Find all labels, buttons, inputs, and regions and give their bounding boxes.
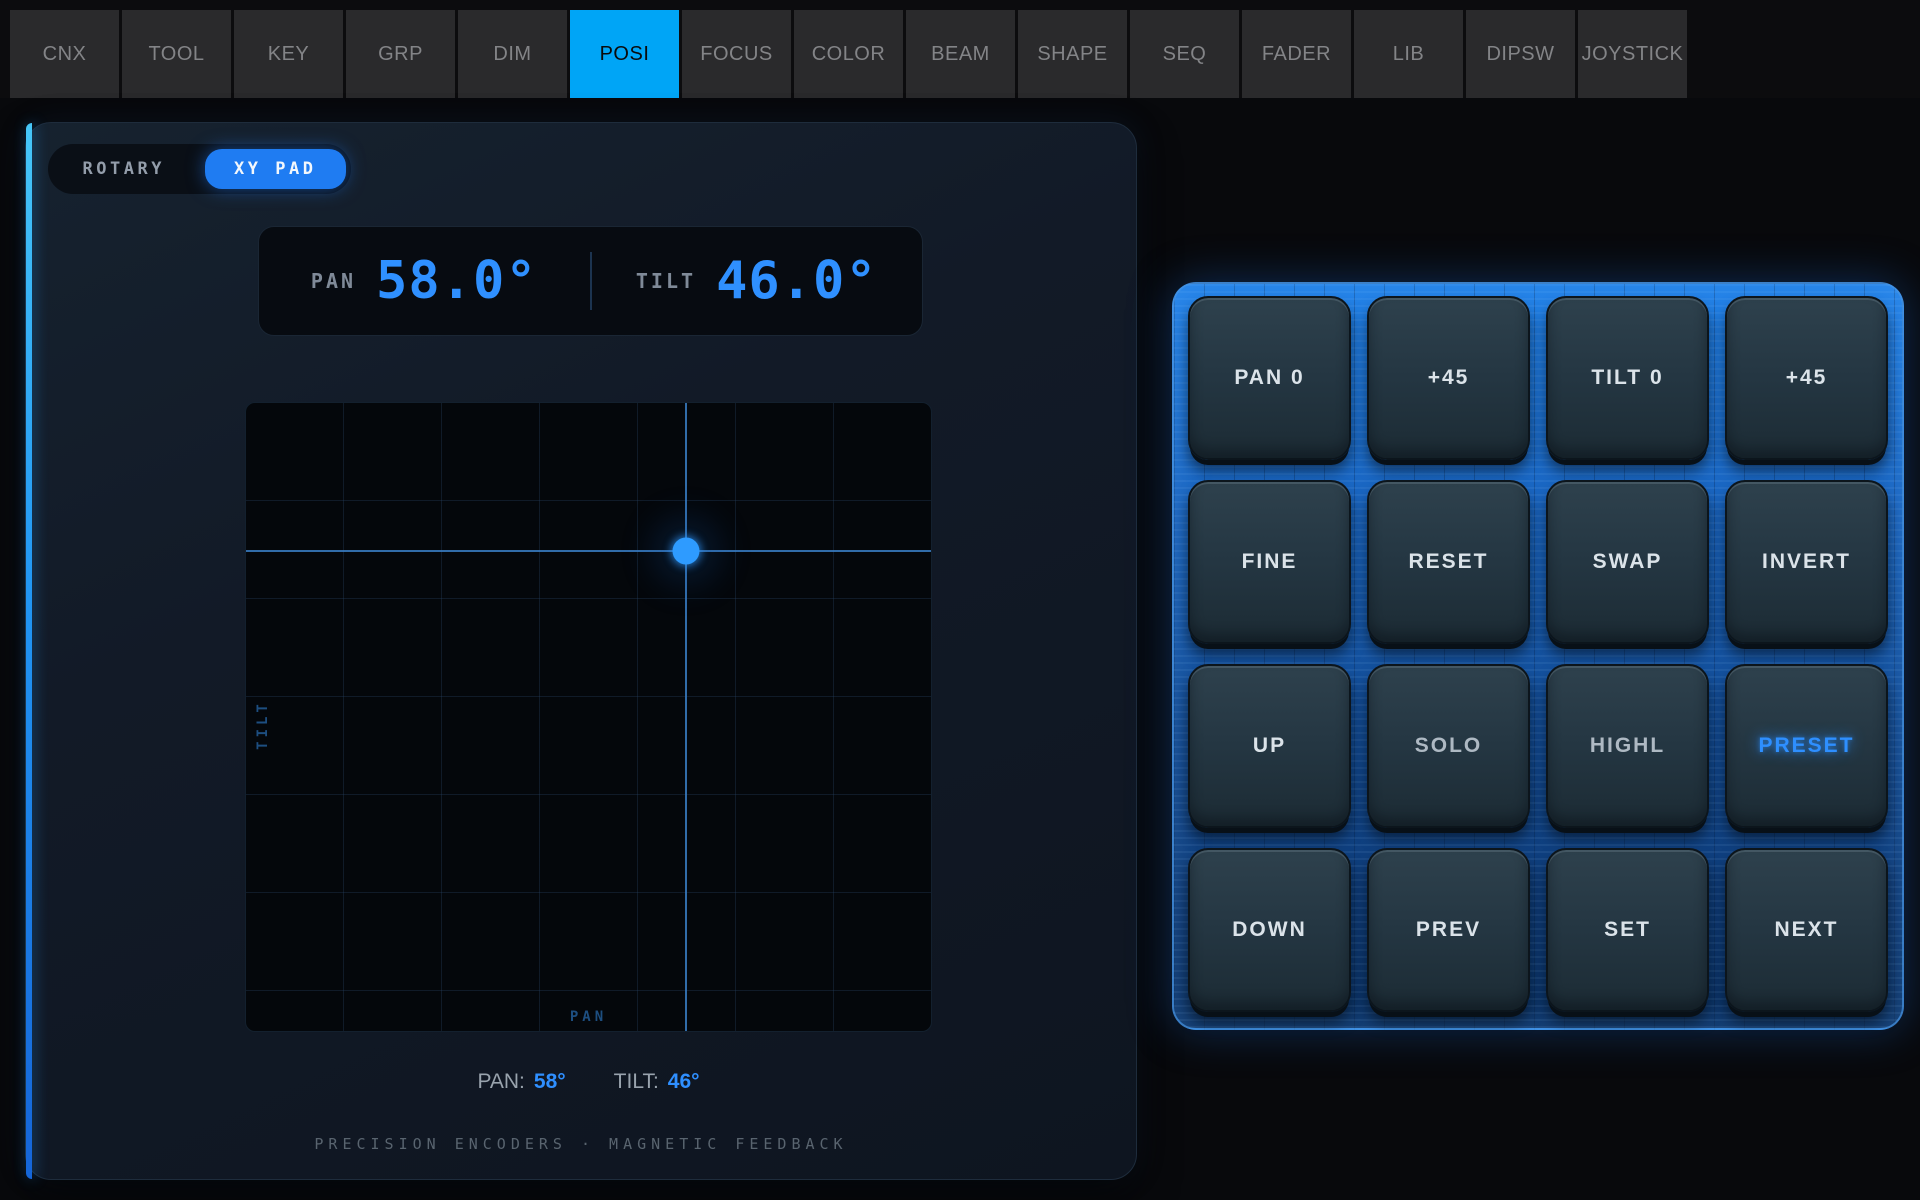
tab-joystick[interactable]: JOYSTICK [1578,10,1687,98]
tab-tool[interactable]: TOOL [122,10,231,98]
key-pan-plus45[interactable]: +45 [1367,296,1530,460]
tab-beam[interactable]: BEAM [906,10,1015,98]
tab-seq[interactable]: SEQ [1130,10,1239,98]
panel-footer-text: PRECISION ENCODERS · MAGNETIC FEEDBACK [26,1135,1136,1153]
pan-readout-value: 58.0° [376,251,538,311]
tilt-status: TILT: 46° [614,1070,700,1094]
tab-key[interactable]: KEY [234,10,343,98]
tab-shape[interactable]: SHAPE [1018,10,1127,98]
tilt-axis-label: TILT [255,700,271,750]
tab-fader[interactable]: FADER [1242,10,1351,98]
pan-axis-label: PAN [246,1009,931,1025]
tab-dim[interactable]: DIM [458,10,567,98]
pan-status-value: 58° [534,1070,566,1094]
key-tilt-plus45[interactable]: +45 [1725,296,1888,460]
pan-status: PAN: 58° [477,1070,565,1094]
key-reset[interactable]: RESET [1367,480,1530,644]
tab-color[interactable]: COLOR [794,10,903,98]
tab-strip: CNX TOOL KEY GRP DIM POSI FOCUS COLOR BE… [0,0,1920,98]
key-grid: PAN 0 +45 TILT 0 +45 FINE RESET SWAP INV… [1174,284,1902,1028]
tab-lib[interactable]: LIB [1354,10,1463,98]
tilt-readout-label: TILT [636,269,696,293]
key-swap[interactable]: SWAP [1546,480,1709,644]
tab-grp[interactable]: GRP [346,10,455,98]
tilt-status-label: TILT: [614,1070,659,1094]
key-tilt-0[interactable]: TILT 0 [1546,296,1709,460]
key-invert[interactable]: INVERT [1725,480,1888,644]
key-highl[interactable]: HIGHL [1546,664,1709,828]
panel-accent-stripe [26,123,32,1179]
pan-readout-label: PAN [311,269,356,293]
pan-status-label: PAN: [477,1070,524,1094]
pan-readout: PAN 58.0° [259,227,590,335]
tab-dipsw[interactable]: DIPSW [1466,10,1575,98]
key-down[interactable]: DOWN [1188,848,1351,1012]
mode-option-xy-pad[interactable]: XY PAD [205,149,347,189]
pad-mode-toggle: ROTARY XY PAD [48,144,351,194]
keypad-panel: PAN 0 +45 TILT 0 +45 FINE RESET SWAP INV… [1172,282,1904,1030]
key-next[interactable]: NEXT [1725,848,1888,1012]
tab-cnx[interactable]: CNX [10,10,119,98]
position-panel: ROTARY XY PAD PAN 58.0° TILT 46.0° TILT … [25,122,1137,1180]
key-fine[interactable]: FINE [1188,480,1351,644]
tab-focus[interactable]: FOCUS [682,10,791,98]
key-solo[interactable]: SOLO [1367,664,1530,828]
top-tab-bar: CNX TOOL KEY GRP DIM POSI FOCUS COLOR BE… [0,0,1920,98]
tilt-status-value: 46° [668,1070,700,1094]
crosshair-vertical [685,403,687,1031]
tilt-readout-value: 46.0° [716,251,878,311]
key-pan-0[interactable]: PAN 0 [1188,296,1351,460]
key-preset[interactable]: PRESET [1725,664,1888,828]
key-prev[interactable]: PREV [1367,848,1530,1012]
tab-posi[interactable]: POSI [570,10,679,98]
tilt-readout: TILT 46.0° [592,227,923,335]
xy-dot[interactable] [673,537,700,564]
mode-option-rotary[interactable]: ROTARY [53,149,195,189]
pan-tilt-readout: PAN 58.0° TILT 46.0° [258,226,923,336]
key-up[interactable]: UP [1188,664,1351,828]
key-set[interactable]: SET [1546,848,1709,1012]
xy-pad-surface[interactable]: TILT PAN [245,402,932,1032]
crosshair-horizontal [246,550,931,552]
pan-tilt-status: PAN: 58° TILT: 46° [245,1070,932,1094]
